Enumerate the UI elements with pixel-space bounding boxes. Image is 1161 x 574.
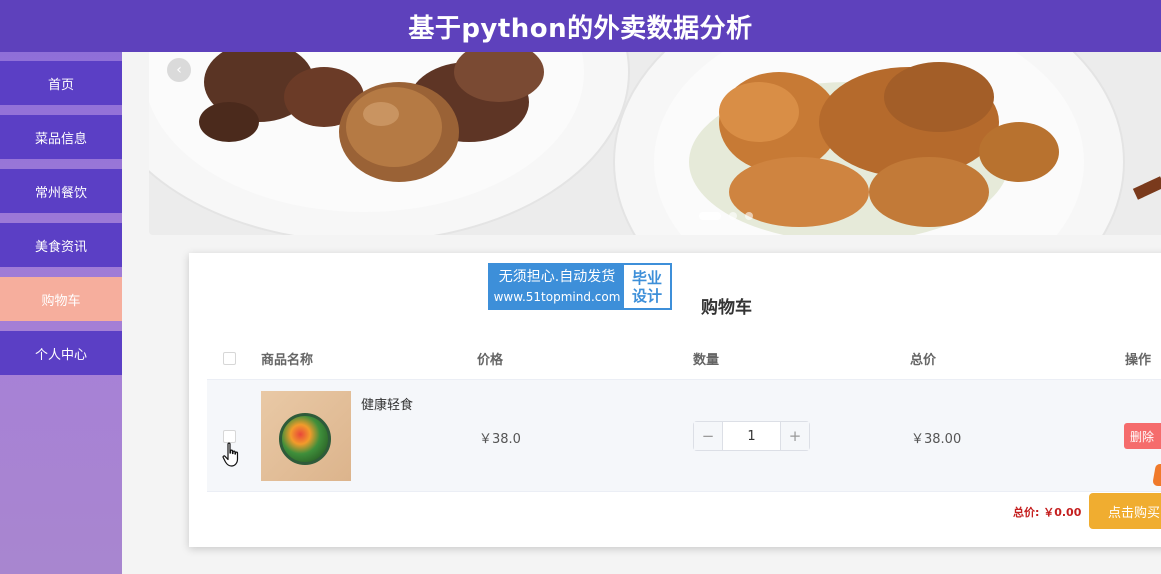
product-price: ￥38.0 <box>479 432 521 447</box>
app-header: 基于python的外卖数据分析 <box>0 0 1161 52</box>
column-header-name: 商品名称 <box>261 353 314 368</box>
sidebar-item-label: 菜品信息 <box>34 131 87 147</box>
salad-bowl-image <box>279 413 331 465</box>
sidebar: 首页 菜品信息 常州餐饮 美食资讯 购物车 个人中心 <box>0 52 122 574</box>
product-image[interactable] <box>261 391 351 481</box>
watermark-left: 无须担心.自动发货 www.51topmind.com <box>490 265 624 308</box>
sidebar-item-label: 个人中心 <box>34 347 87 363</box>
sidebar-item-food-news[interactable]: 美食资讯 <box>0 223 122 267</box>
carousel-prev-arrow[interactable]: ‹ <box>167 58 191 82</box>
cart-title: 购物车 <box>701 298 752 318</box>
select-all-checkbox[interactable] <box>223 352 236 365</box>
column-header-quantity: 数量 <box>693 353 720 368</box>
buy-button[interactable]: 点击购买 <box>1089 493 1161 529</box>
app-title: 基于python的外卖数据分析 <box>408 13 753 44</box>
quantity-stepper: − + <box>693 421 810 451</box>
decrement-button[interactable]: − <box>694 422 723 450</box>
watermark-text: 设计 <box>631 286 662 305</box>
sidebar-item-label: 美食资讯 <box>34 239 87 255</box>
sidebar-item-label: 常州餐饮 <box>34 185 87 201</box>
banner-carousel[interactable]: ‹ <box>149 52 1161 235</box>
carousel-dot[interactable] <box>729 212 737 220</box>
column-header-subtotal: 总价 <box>910 353 937 368</box>
sidebar-item-label: 首页 <box>47 77 74 93</box>
watermark-badge: 无须担心.自动发货 www.51topmind.com 毕业 设计 <box>488 263 672 310</box>
cart-total: 总价: ￥0.00 <box>1013 506 1082 519</box>
quantity-input[interactable] <box>723 422 780 450</box>
carousel-dot[interactable] <box>699 212 721 220</box>
hand-cursor-icon <box>222 442 239 467</box>
sidebar-item-dishes[interactable]: 菜品信息 <box>0 115 122 159</box>
column-header-price: 价格 <box>477 353 504 368</box>
increment-button[interactable]: + <box>780 422 809 450</box>
delete-button[interactable]: 删除 <box>1124 423 1161 449</box>
column-header-actions: 操作 <box>1125 353 1152 368</box>
product-name[interactable]: 健康轻食 <box>361 394 413 413</box>
sidebar-item-home[interactable]: 首页 <box>0 61 122 105</box>
product-subtotal: ￥38.00 <box>911 432 962 447</box>
cart-panel: 无须担心.自动发货 www.51topmind.com 毕业 设计 购物车 商品… <box>189 253 1161 547</box>
sidebar-item-cart[interactable]: 购物车 <box>0 277 122 321</box>
watermark-url: www.51topmind.com <box>493 289 621 304</box>
carousel-indicators <box>699 212 753 220</box>
watermark-text: 无须担心.自动发货 <box>498 268 616 285</box>
carousel-dot[interactable] <box>745 212 753 220</box>
sidebar-item-label: 购物车 <box>41 293 81 309</box>
banner-image <box>149 52 1161 235</box>
watermark-text: 毕业 <box>631 268 662 287</box>
sidebar-item-changzhou-dining[interactable]: 常州餐饮 <box>0 169 122 213</box>
sidebar-item-profile[interactable]: 个人中心 <box>0 331 122 375</box>
watermark-right: 毕业 设计 <box>624 265 670 308</box>
